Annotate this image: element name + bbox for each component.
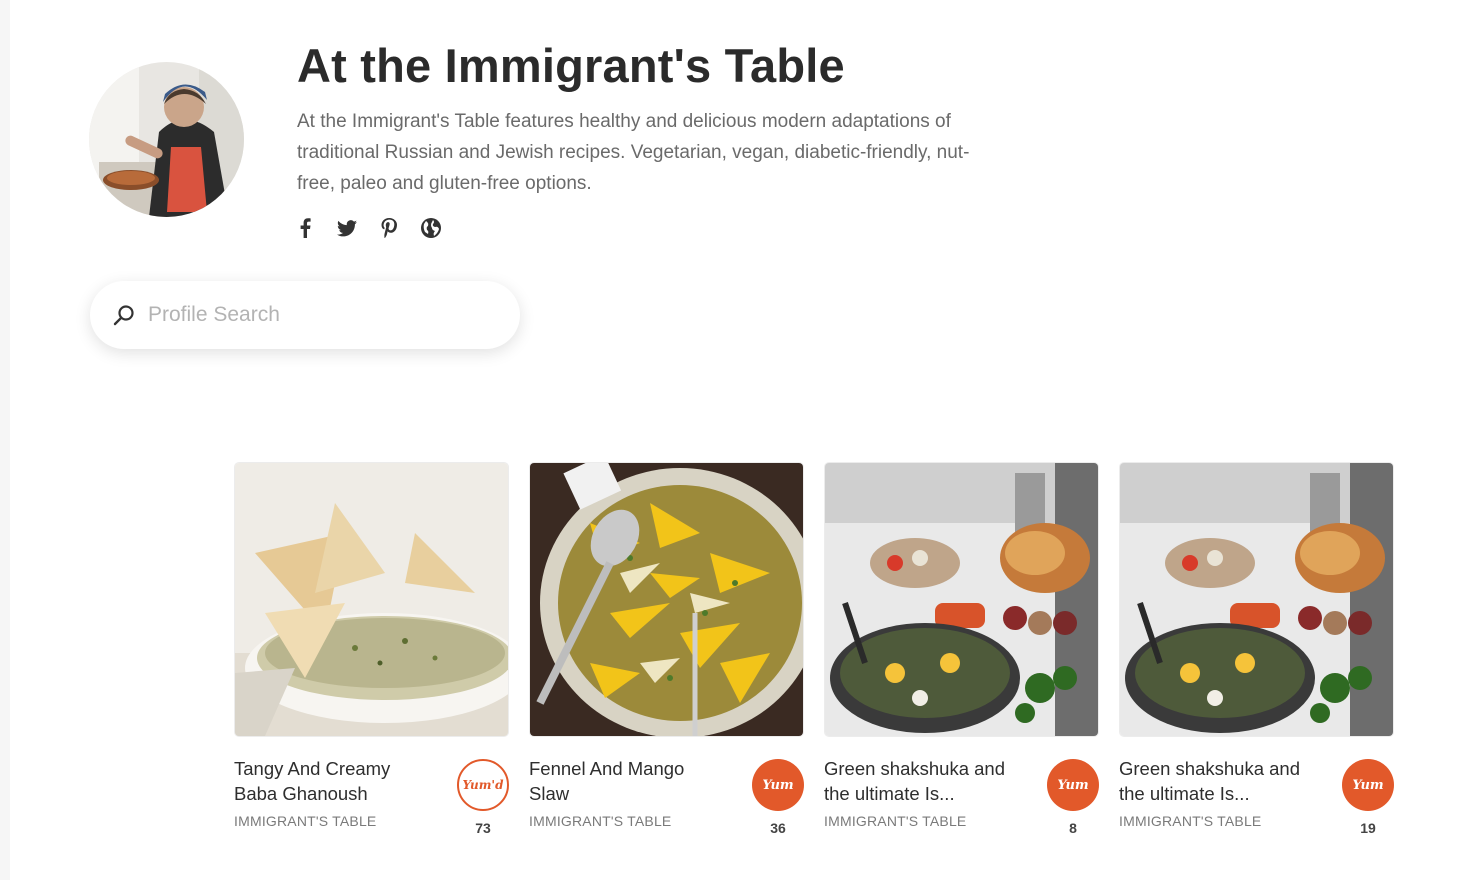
search-icon	[113, 305, 134, 326]
page-left-edge	[0, 0, 10, 880]
profile-description: At the Immigrant's Table features health…	[297, 111, 970, 194]
yum-label: Yum'd	[462, 778, 504, 792]
recipe-image[interactable]	[529, 462, 804, 737]
recipe-title[interactable]: Green shakshuka and the ultimate Is...	[1119, 756, 1314, 806]
yum-count: 8	[1069, 820, 1077, 836]
social-links	[293, 214, 443, 242]
search-input[interactable]	[146, 302, 490, 328]
recipe-source[interactable]: IMMIGRANT'S TABLE	[529, 813, 671, 829]
recipe-source[interactable]: IMMIGRANT'S TABLE	[234, 813, 376, 829]
yum-label: Yum	[762, 777, 794, 793]
twitter-icon[interactable]	[335, 214, 359, 242]
recipe-image[interactable]	[234, 462, 509, 737]
recipe-card[interactable]: Green shakshuka and the ultimate Is... I…	[1119, 462, 1394, 842]
profile-search-box	[90, 281, 520, 349]
pinterest-icon[interactable]	[377, 214, 401, 242]
yum-label: Yum	[1352, 777, 1384, 793]
yum-button[interactable]: Yum	[1342, 759, 1394, 811]
recipe-image[interactable]	[824, 462, 1099, 737]
recipe-title[interactable]: Tangy And Creamy Baba Ghanoush	[234, 756, 429, 806]
yum-count: 73	[475, 820, 491, 836]
yum-button[interactable]: Yum'd	[457, 759, 509, 811]
recipe-card[interactable]: Tangy And Creamy Baba Ghanoush IMMIGRANT…	[234, 462, 509, 842]
recipe-card[interactable]: Fennel And Mango Slaw IMMIGRANT'S TABLE …	[529, 462, 804, 842]
yum-count: 36	[770, 820, 786, 836]
profile-avatar	[89, 62, 244, 217]
recipe-title[interactable]: Fennel And Mango Slaw	[529, 756, 724, 806]
recipe-source[interactable]: IMMIGRANT'S TABLE	[824, 813, 966, 829]
recipe-card[interactable]: Green shakshuka and the ultimate Is... I…	[824, 462, 1099, 842]
yum-label: Yum	[1057, 777, 1089, 793]
recipe-image[interactable]	[1119, 462, 1394, 737]
recipe-source[interactable]: IMMIGRANT'S TABLE	[1119, 813, 1261, 829]
yum-count: 19	[1360, 820, 1376, 836]
yum-button[interactable]: Yum	[752, 759, 804, 811]
recipe-title[interactable]: Green shakshuka and the ultimate Is...	[824, 756, 1019, 806]
page-title: At the Immigrant's Table	[297, 39, 845, 92]
facebook-icon[interactable]	[293, 214, 317, 242]
yum-button[interactable]: Yum	[1047, 759, 1099, 811]
globe-icon[interactable]	[419, 214, 443, 242]
